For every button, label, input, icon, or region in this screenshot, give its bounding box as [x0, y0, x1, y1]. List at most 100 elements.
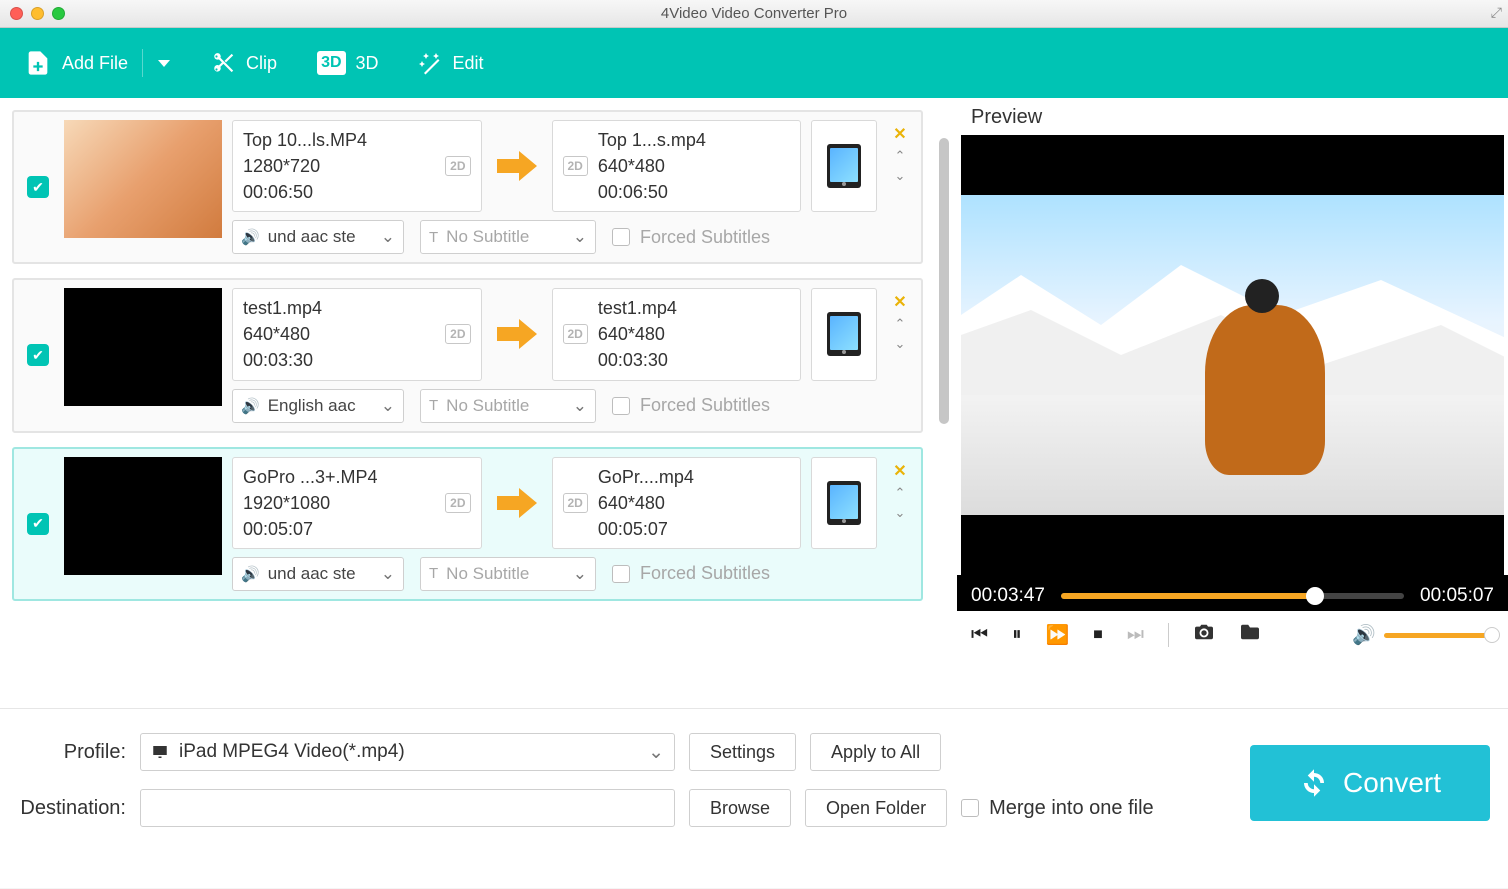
current-time: 00:03:47 [971, 585, 1045, 607]
scissors-icon [210, 50, 236, 76]
checkbox-icon [612, 397, 630, 415]
source-resolution: 1280*720 [243, 153, 367, 179]
audio-value: English aac [268, 396, 356, 416]
audio-value: und aac ste [268, 564, 356, 584]
three-d-label: 3D [356, 53, 379, 74]
target-device-button[interactable] [811, 457, 877, 549]
chevron-down-icon: ⌄ [381, 396, 395, 416]
source-resolution: 640*480 [243, 321, 322, 347]
move-down-button[interactable]: ⌄ [895, 168, 906, 184]
three-d-icon: 3D [317, 51, 345, 75]
move-down-button[interactable]: ⌄ [895, 505, 906, 521]
ipad-icon [827, 144, 861, 188]
forced-subtitles-label: Forced Subtitles [640, 227, 770, 248]
destination-input[interactable] [140, 789, 675, 827]
move-up-button[interactable]: ⌃ [895, 316, 906, 332]
target-device-button[interactable] [811, 120, 877, 212]
preview-frame [961, 195, 1504, 515]
file-thumbnail[interactable] [64, 288, 222, 406]
check-icon: ✔ [27, 176, 49, 198]
move-up-button[interactable]: ⌃ [895, 148, 906, 164]
fast-forward-button[interactable]: ⏩ [1046, 623, 1070, 647]
edit-label: Edit [453, 53, 484, 74]
file-thumbnail[interactable] [64, 120, 222, 238]
stop-button[interactable]: ⏹ [1093, 624, 1103, 646]
target-duration: 00:06:50 [598, 179, 790, 205]
forced-subtitles-checkbox[interactable]: Forced Subtitles [612, 227, 770, 248]
chevron-down-icon: ⌄ [381, 564, 395, 584]
scroll-thumb[interactable] [939, 138, 949, 424]
audio-track-select[interactable]: 🔊 und aac ste ⌄ [232, 220, 404, 254]
subtitle-select[interactable]: T No Subtitle ⌄ [420, 220, 596, 254]
chevron-down-icon: ⌄ [648, 741, 664, 764]
edit-button[interactable]: Edit [419, 51, 484, 75]
prev-button[interactable]: ⏮ [971, 624, 988, 646]
person-graphic [1205, 305, 1325, 475]
scrollbar[interactable] [935, 98, 957, 708]
clip-button[interactable]: Clip [210, 50, 277, 76]
speaker-icon: 🔊 [241, 228, 260, 246]
checkbox-icon [961, 799, 979, 817]
chevron-down-icon: ⌄ [573, 564, 587, 584]
add-file-dropdown[interactable] [142, 49, 170, 77]
source-duration: 00:05:07 [243, 516, 378, 542]
forced-subtitles-label: Forced Subtitles [640, 563, 770, 584]
browse-button[interactable]: Browse [689, 789, 791, 827]
three-d-button[interactable]: 3D 3D [317, 51, 378, 75]
volume-control: 🔊 [1352, 623, 1494, 647]
forced-subtitles-label: Forced Subtitles [640, 395, 770, 416]
row-checkbox[interactable]: ✔ [22, 288, 54, 422]
next-button[interactable]: ⏭ [1127, 624, 1144, 646]
profile-select[interactable]: iPad MPEG4 Video(*.mp4) ⌄ [140, 733, 675, 771]
open-snapshot-folder-button[interactable] [1239, 623, 1261, 647]
main-toolbar: Add File Clip 3D 3D Edit [0, 28, 1508, 98]
target-resolution: 640*480 [598, 153, 790, 179]
seek-bar[interactable] [1061, 593, 1404, 599]
target-2d-badge: 2D [563, 324, 588, 344]
volume-slider[interactable] [1384, 633, 1494, 638]
remove-row-button[interactable]: ✕ [893, 124, 906, 144]
speaker-icon: 🔊 [241, 565, 260, 583]
row-checkbox[interactable]: ✔ [22, 120, 54, 254]
row-checkbox[interactable]: ✔ [22, 457, 54, 591]
target-duration: 00:03:30 [598, 347, 790, 373]
file-row[interactable]: ✔ test1.mp4 640*480 00:03:30 2D 2D [12, 278, 923, 432]
window-title: 4Video Video Converter Pro [0, 5, 1508, 22]
pause-button[interactable]: ⏸ [1012, 624, 1022, 646]
arrow-icon [492, 288, 542, 380]
settings-button[interactable]: Settings [689, 733, 796, 771]
subtitle-select[interactable]: T No Subtitle ⌄ [420, 557, 596, 591]
separator [1168, 623, 1169, 647]
file-row[interactable]: ✔ GoPro ...3+.MP4 1920*1080 00:05:07 2D … [12, 447, 923, 601]
target-2d-badge: 2D [563, 156, 588, 176]
subtitle-select[interactable]: T No Subtitle ⌄ [420, 389, 596, 423]
open-folder-button[interactable]: Open Folder [805, 789, 947, 827]
merge-checkbox[interactable]: Merge into one file [961, 797, 1154, 820]
audio-track-select[interactable]: 🔊 und aac ste ⌄ [232, 557, 404, 591]
magic-wand-icon [419, 51, 443, 75]
subtitle-icon: T [429, 229, 438, 246]
target-device-button[interactable] [811, 288, 877, 380]
preview-video[interactable] [961, 135, 1504, 575]
add-file-icon [24, 48, 52, 78]
apply-to-all-button[interactable]: Apply to All [810, 733, 941, 771]
remove-row-button[interactable]: ✕ [893, 292, 906, 312]
snapshot-button[interactable] [1193, 623, 1215, 647]
remove-row-button[interactable]: ✕ [893, 461, 906, 481]
add-file-button[interactable]: Add File [24, 48, 128, 78]
expand-icon[interactable]: ⤢ [1491, 4, 1502, 21]
file-row[interactable]: ✔ Top 10...ls.MP4 1280*720 00:06:50 2D 2… [12, 110, 923, 264]
move-down-button[interactable]: ⌄ [895, 336, 906, 352]
file-thumbnail[interactable] [64, 457, 222, 575]
main-area: ✔ Top 10...ls.MP4 1280*720 00:06:50 2D 2… [0, 98, 1508, 708]
volume-icon[interactable]: 🔊 [1352, 623, 1376, 647]
move-up-button[interactable]: ⌃ [895, 485, 906, 501]
target-info-box: 2D Top 1...s.mp4 640*480 00:06:50 [552, 120, 802, 212]
target-info-box: 2D GoPr....mp4 640*480 00:05:07 [552, 457, 802, 549]
seek-knob[interactable] [1306, 587, 1324, 605]
convert-button[interactable]: Convert [1250, 745, 1490, 821]
forced-subtitles-checkbox[interactable]: Forced Subtitles [612, 563, 770, 584]
forced-subtitles-checkbox[interactable]: Forced Subtitles [612, 395, 770, 416]
audio-track-select[interactable]: 🔊 English aac ⌄ [232, 389, 404, 423]
source-filename: test1.mp4 [243, 295, 322, 321]
